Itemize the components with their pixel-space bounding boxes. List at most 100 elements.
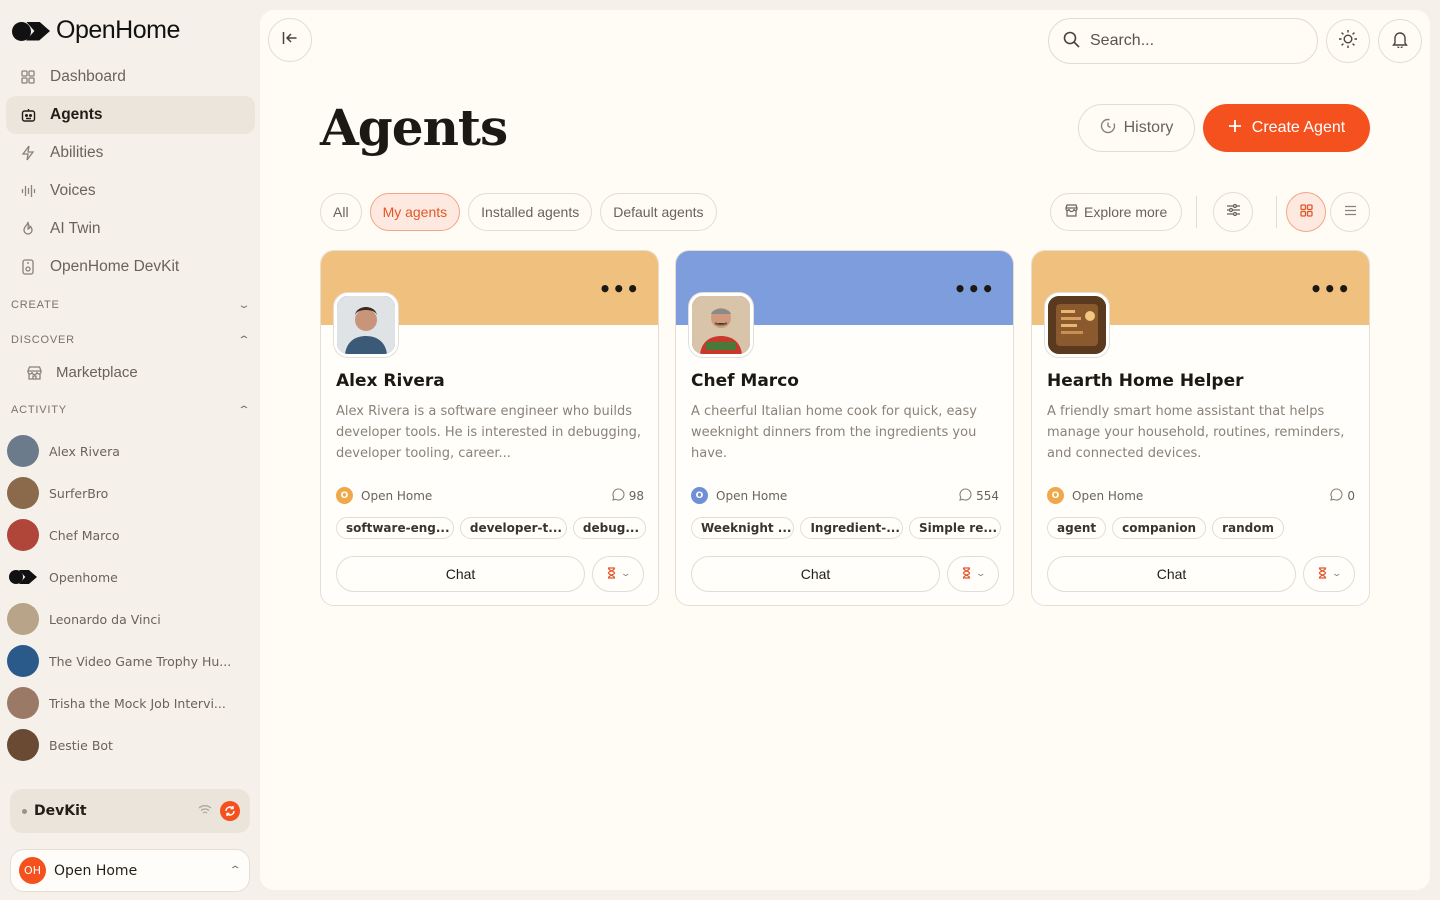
avatar <box>7 687 39 719</box>
nav-label: AI Twin <box>50 220 101 237</box>
flame-icon <box>20 221 36 237</box>
account-switcher[interactable]: OH Open Home ⌃ <box>10 849 250 892</box>
tag: random <box>1212 517 1285 539</box>
app-logo[interactable]: OpenHome <box>12 16 180 45</box>
agent-filter-tabs: All My agents Installed agents Default a… <box>320 193 717 231</box>
agent-tags: software-eng... developer-t... debug... <box>336 517 646 539</box>
account-name: Open Home <box>54 862 138 879</box>
agent-owner: O Open Home <box>691 487 787 504</box>
install-options-button[interactable]: ⌄ <box>1303 556 1355 592</box>
nav-item-agents[interactable]: Agents <box>6 96 255 134</box>
waveform-icon <box>20 183 36 199</box>
agent-name: Alex Rivera <box>336 371 445 391</box>
list-view-button[interactable] <box>1330 192 1370 232</box>
tag: agent <box>1047 517 1107 539</box>
section-activity-label: ACTIVITY <box>11 404 67 416</box>
grid-icon <box>1299 203 1313 221</box>
agent-owner: O Open Home <box>1047 487 1143 504</box>
owner-name: Open Home <box>716 488 788 503</box>
chat-bubble-icon <box>1330 487 1343 504</box>
nav-label: Voices <box>50 182 96 199</box>
devkit-status[interactable]: DevKit <box>10 789 250 833</box>
filter-settings-button[interactable] <box>1213 192 1253 232</box>
filter-default-agents[interactable]: Default agents <box>600 193 717 231</box>
chevron-up-icon: ⌃ <box>228 865 242 876</box>
nav-item-dashboard[interactable]: Dashboard <box>6 58 255 96</box>
nav-item-abilities[interactable]: Abilities <box>6 134 255 172</box>
owner-name: Open Home <box>1072 488 1144 503</box>
clock-icon <box>1100 118 1116 139</box>
sync-icon[interactable] <box>220 801 240 821</box>
chat-button[interactable]: Chat <box>691 556 940 592</box>
collapse-sidebar-button[interactable] <box>268 18 312 62</box>
notifications-button[interactable] <box>1378 19 1422 63</box>
activity-name: SurferBro <box>49 485 109 501</box>
hourglass-icon <box>962 566 971 582</box>
activity-item[interactable]: Bestie Bot <box>7 724 252 766</box>
app-name: OpenHome <box>56 16 180 44</box>
filter-my-agents[interactable]: My agents <box>369 193 461 231</box>
activity-list: Alex Rivera SurferBro Chef Marco Openhom… <box>7 430 252 766</box>
divider <box>1276 196 1277 228</box>
tag: Weeknight ... <box>691 517 795 539</box>
chevron-down-icon: ⌄ <box>237 299 252 311</box>
owner-badge-icon: O <box>336 487 353 504</box>
create-agent-button[interactable]: Create Agent <box>1203 104 1370 152</box>
more-options-icon[interactable]: ••• <box>1310 277 1351 301</box>
openhome-logo-icon <box>12 20 50 42</box>
section-create-toggle[interactable]: CREATE ⌄ <box>11 299 252 311</box>
search-bar[interactable] <box>1048 18 1318 64</box>
owner-name: Open Home <box>361 488 433 503</box>
wifi-icon <box>198 804 212 818</box>
install-options-button[interactable]: ⌄ <box>947 556 999 592</box>
agent-card[interactable]: ••• Alex Rivera Alex Rivera is a softwar… <box>320 250 659 606</box>
activity-item[interactable]: Trisha the Mock Job Intervi... <box>7 682 252 724</box>
activity-item[interactable]: Openhome <box>7 556 252 598</box>
main-nav: Dashboard Agents Abilities Voices AI Twi… <box>6 58 255 286</box>
install-options-button[interactable]: ⌄ <box>592 556 644 592</box>
activity-item[interactable]: Leonardo da Vinci <box>7 598 252 640</box>
search-input[interactable] <box>1090 32 1290 50</box>
agent-card[interactable]: ••• Hearth Home Helper A friendly smart … <box>1031 250 1370 606</box>
section-activity-toggle[interactable]: ACTIVITY ⌃ <box>11 404 250 416</box>
chat-count: 98 <box>611 487 644 504</box>
agent-tags: Weeknight ... Ingredient-... Simple re..… <box>691 517 1001 539</box>
filter-all[interactable]: All <box>320 193 362 231</box>
agent-owner: O Open Home <box>336 487 432 504</box>
history-button[interactable]: History <box>1078 104 1195 152</box>
activity-name: The Video Game Trophy Hu... <box>49 653 232 669</box>
chat-count-value: 554 <box>976 488 999 503</box>
chat-button[interactable]: Chat <box>336 556 585 592</box>
explore-more-label: Explore more <box>1084 204 1168 220</box>
activity-item[interactable]: The Video Game Trophy Hu... <box>7 640 252 682</box>
nav-item-devkit[interactable]: OpenHome DevKit <box>6 248 255 286</box>
more-options-icon[interactable]: ••• <box>954 277 995 301</box>
avatar <box>1045 293 1109 357</box>
grid-icon <box>20 69 36 85</box>
avatar <box>7 519 39 551</box>
theme-toggle-button[interactable] <box>1326 19 1370 63</box>
agent-name: Hearth Home Helper <box>1047 371 1244 391</box>
agent-card[interactable]: ••• Chef Marco A cheerful Italian home c… <box>675 250 1014 606</box>
activity-item[interactable]: SurferBro <box>7 472 252 514</box>
nav-label: Agents <box>50 106 103 123</box>
section-discover-toggle[interactable]: DISCOVER ⌃ <box>11 334 250 346</box>
nav-item-voices[interactable]: Voices <box>6 172 255 210</box>
tag: developer-t... <box>459 517 567 539</box>
activity-item[interactable]: Chef Marco <box>7 514 252 556</box>
nav-item-marketplace[interactable]: Marketplace <box>26 364 138 381</box>
grid-view-button[interactable] <box>1286 192 1326 232</box>
history-label: History <box>1123 119 1174 136</box>
chat-button[interactable]: Chat <box>1047 556 1296 592</box>
nav-item-ai-twin[interactable]: AI Twin <box>6 210 255 248</box>
avatar <box>334 293 398 357</box>
filter-installed-agents[interactable]: Installed agents <box>468 193 593 231</box>
agent-tags: agent companion random <box>1047 517 1357 539</box>
explore-more-button[interactable]: Explore more <box>1050 193 1183 231</box>
agent-description: A cheerful Italian home cook for quick, … <box>691 404 977 461</box>
more-options-icon[interactable]: ••• <box>599 277 640 301</box>
activity-item[interactable]: Alex Rivera <box>7 430 252 472</box>
nav-label: Abilities <box>50 144 104 161</box>
nav-label: Dashboard <box>50 68 126 85</box>
avatar <box>7 729 39 761</box>
